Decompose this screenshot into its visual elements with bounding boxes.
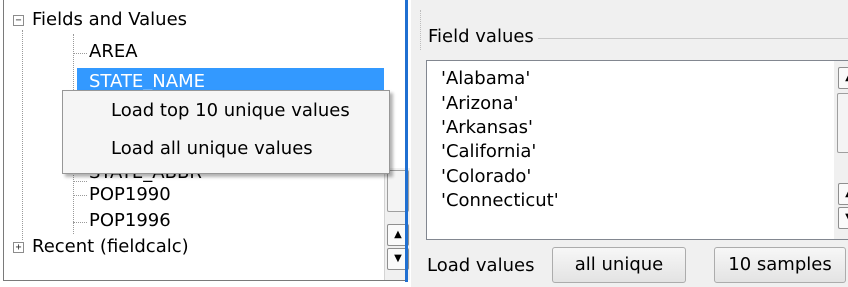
tree-item-label: POP1996 (89, 210, 171, 231)
tree-branch (73, 222, 87, 223)
all-unique-button[interactable]: all unique (552, 247, 686, 283)
tree-group-fields-and-values[interactable]: Fields and Values (32, 6, 187, 34)
scroll-up-icon[interactable]: ▲ (838, 67, 848, 89)
tree-item-label: POP1990 (89, 184, 171, 205)
field-values-title: Field values (428, 26, 538, 47)
menu-item-label: Load all unique values (111, 138, 313, 159)
list-item[interactable]: 'California' (441, 140, 536, 164)
tree-guide-line (22, 30, 23, 240)
list-item[interactable]: 'Colorado' (441, 165, 531, 189)
tree-branch (73, 181, 87, 182)
group-box-border (536, 38, 848, 39)
tree-item-label: AREA (89, 41, 138, 62)
tree-group-label: Fields and Values (32, 9, 188, 30)
scrollbar-thumb[interactable] (837, 93, 848, 153)
ten-samples-button[interactable]: 10 samples (714, 247, 846, 283)
tree-item-area[interactable]: AREA (89, 38, 138, 66)
expand-icon[interactable]: + (13, 242, 24, 253)
list-item[interactable]: 'Alabama' (441, 67, 530, 91)
list-item[interactable]: 'Connecticut' (441, 189, 559, 213)
field-values-list[interactable]: 'Alabama' 'Arizona' 'Arkansas' 'Californ… (426, 60, 848, 240)
tree-item-label: STATE_NAME (89, 71, 205, 92)
tree-group-label: Recent (fieldcalc) (32, 236, 189, 257)
scroll-down-icon[interactable]: ▼ (838, 207, 848, 229)
tree-branch (73, 53, 87, 54)
splitter-handle[interactable] (420, 10, 421, 50)
menu-item-load-all-unique[interactable]: Load all unique values (111, 134, 313, 164)
tree-item-pop1996[interactable]: POP1996 (89, 207, 171, 235)
tree-group-recent[interactable]: Recent (fieldcalc) (32, 233, 189, 261)
load-values-label: Load values (427, 255, 535, 276)
list-item[interactable]: 'Arizona' (441, 92, 519, 116)
focus-border (405, 0, 408, 282)
list-item[interactable]: 'Arkansas' (441, 116, 533, 140)
context-menu: Load top 10 unique values Load all uniqu… (62, 90, 390, 174)
values-scrollbar[interactable]: ▲ ▲ ▼ (834, 61, 848, 239)
collapse-icon[interactable]: − (13, 15, 24, 26)
scroll-up-icon[interactable]: ▲ (838, 183, 848, 205)
tree-branch (73, 195, 87, 196)
field-values-panel: Field values 'Alabama' 'Arizona' 'Arkans… (411, 0, 848, 287)
menu-item-label: Load top 10 unique values (111, 100, 350, 121)
tree-item-pop1990[interactable]: POP1990 (89, 181, 171, 209)
menu-item-load-top-10[interactable]: Load top 10 unique values (111, 96, 350, 126)
